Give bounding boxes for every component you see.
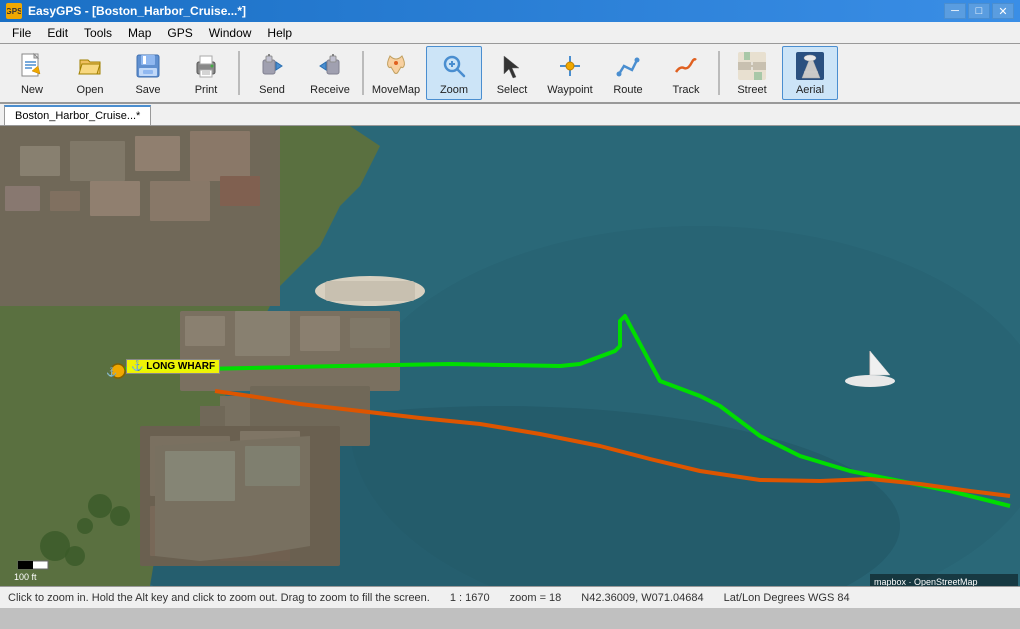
status-zoom: zoom = 18	[510, 592, 562, 604]
titlebar: GPS EasyGPS - [Boston_Harbor_Cruise...*]…	[0, 0, 1020, 22]
toolbar-waypoint-button[interactable]: Waypoint	[542, 46, 598, 100]
svg-text:100 ft: 100 ft	[14, 572, 37, 582]
waypoint-label: Waypoint	[547, 84, 592, 96]
track-icon	[670, 50, 702, 82]
save-label: Save	[135, 84, 160, 96]
select-label: Select	[497, 84, 528, 96]
waypoint-icon	[554, 50, 586, 82]
movemap-label: MoveMap	[372, 84, 420, 96]
menu-file[interactable]: File	[4, 24, 39, 42]
tab-boston-harbor[interactable]: Boston_Harbor_Cruise...*	[4, 105, 151, 125]
svg-text:GPS: GPS	[7, 7, 21, 16]
zoom-icon	[438, 50, 470, 82]
menu-window[interactable]: Window	[201, 24, 260, 42]
print-label: Print	[195, 84, 218, 96]
new-icon	[16, 50, 48, 82]
app-icon: GPS	[6, 3, 22, 19]
toolbar-route-button[interactable]: Route	[600, 46, 656, 100]
titlebar-controls: ─ □ ✕	[944, 3, 1014, 19]
menu-help[interactable]: Help	[259, 24, 300, 42]
toolbar-track-button[interactable]: Track	[658, 46, 714, 100]
status-hint: Click to zoom in. Hold the Alt key and c…	[8, 592, 430, 604]
toolbar-print-button[interactable]: Print	[178, 46, 234, 100]
save-icon	[132, 50, 164, 82]
print-icon	[190, 50, 222, 82]
maximize-button[interactable]: □	[968, 3, 990, 19]
toolbar-zoom-button[interactable]: Zoom	[426, 46, 482, 100]
map-overlay: ⚓ 100 ft mapbox · OpenStreetMap	[0, 126, 1020, 586]
route-label: Route	[613, 84, 642, 96]
open-label: Open	[77, 84, 104, 96]
open-icon	[74, 50, 106, 82]
svg-text:⚓: ⚓	[106, 366, 117, 377]
status-datum: Lat/Lon Degrees WGS 84	[724, 592, 850, 604]
close-button[interactable]: ✕	[992, 3, 1014, 19]
aerial-icon	[794, 50, 826, 82]
send-icon	[256, 50, 288, 82]
map-area[interactable]: ⚓ 100 ft mapbox · OpenStreetMap ⚓ LONG W…	[0, 126, 1020, 586]
separator-3	[718, 51, 720, 95]
toolbar-street-button[interactable]: Street	[724, 46, 780, 100]
waypoint-icon: ⚓	[131, 361, 146, 372]
waypoint-text: LONG WHARF	[146, 361, 215, 372]
movemap-icon	[380, 50, 412, 82]
zoom-label: Zoom	[440, 84, 468, 96]
street-label: Street	[737, 84, 766, 96]
route-icon	[612, 50, 644, 82]
toolbar-save-button[interactable]: Save	[120, 46, 176, 100]
svg-text:mapbox · OpenStreetMap: mapbox · OpenStreetMap	[874, 577, 978, 586]
aerial-label: Aerial	[796, 84, 824, 96]
receive-label: Receive	[310, 84, 350, 96]
send-label: Send	[259, 84, 285, 96]
toolbar-select-button[interactable]: Select	[484, 46, 540, 100]
status-coords: N42.36009, W071.04684	[581, 592, 703, 604]
title-text: EasyGPS - [Boston_Harbor_Cruise...*]	[28, 4, 246, 18]
menu-map[interactable]: Map	[120, 24, 159, 42]
new-label: New	[21, 84, 43, 96]
toolbar-aerial-button[interactable]: Aerial	[782, 46, 838, 100]
status-scale: 1 : 1670	[450, 592, 490, 604]
toolbar-receive-button[interactable]: Receive	[302, 46, 358, 100]
separator-1	[238, 51, 240, 95]
menu-gps[interactable]: GPS	[159, 24, 200, 42]
toolbar-send-button[interactable]: Send	[244, 46, 300, 100]
street-icon	[736, 50, 768, 82]
menu-edit[interactable]: Edit	[39, 24, 76, 42]
toolbar-open-button[interactable]: Open	[62, 46, 118, 100]
titlebar-left: GPS EasyGPS - [Boston_Harbor_Cruise...*]	[6, 3, 246, 19]
track-label: Track	[672, 84, 699, 96]
menubar: File Edit Tools Map GPS Window Help	[0, 22, 1020, 44]
minimize-button[interactable]: ─	[944, 3, 966, 19]
waypoint-long-wharf: ⚓ LONG WHARF	[126, 359, 220, 374]
toolbar-new-button[interactable]: New	[4, 46, 60, 100]
toolbar-movemap-button[interactable]: MoveMap	[368, 46, 424, 100]
statusbar: Click to zoom in. Hold the Alt key and c…	[0, 586, 1020, 608]
separator-2	[362, 51, 364, 95]
menu-tools[interactable]: Tools	[76, 24, 120, 42]
receive-icon	[314, 50, 346, 82]
tab-label: Boston_Harbor_Cruise...*	[15, 110, 140, 122]
toolbar: New Open Save	[0, 44, 1020, 104]
select-icon	[496, 50, 528, 82]
tabbar: Boston_Harbor_Cruise...*	[0, 104, 1020, 126]
